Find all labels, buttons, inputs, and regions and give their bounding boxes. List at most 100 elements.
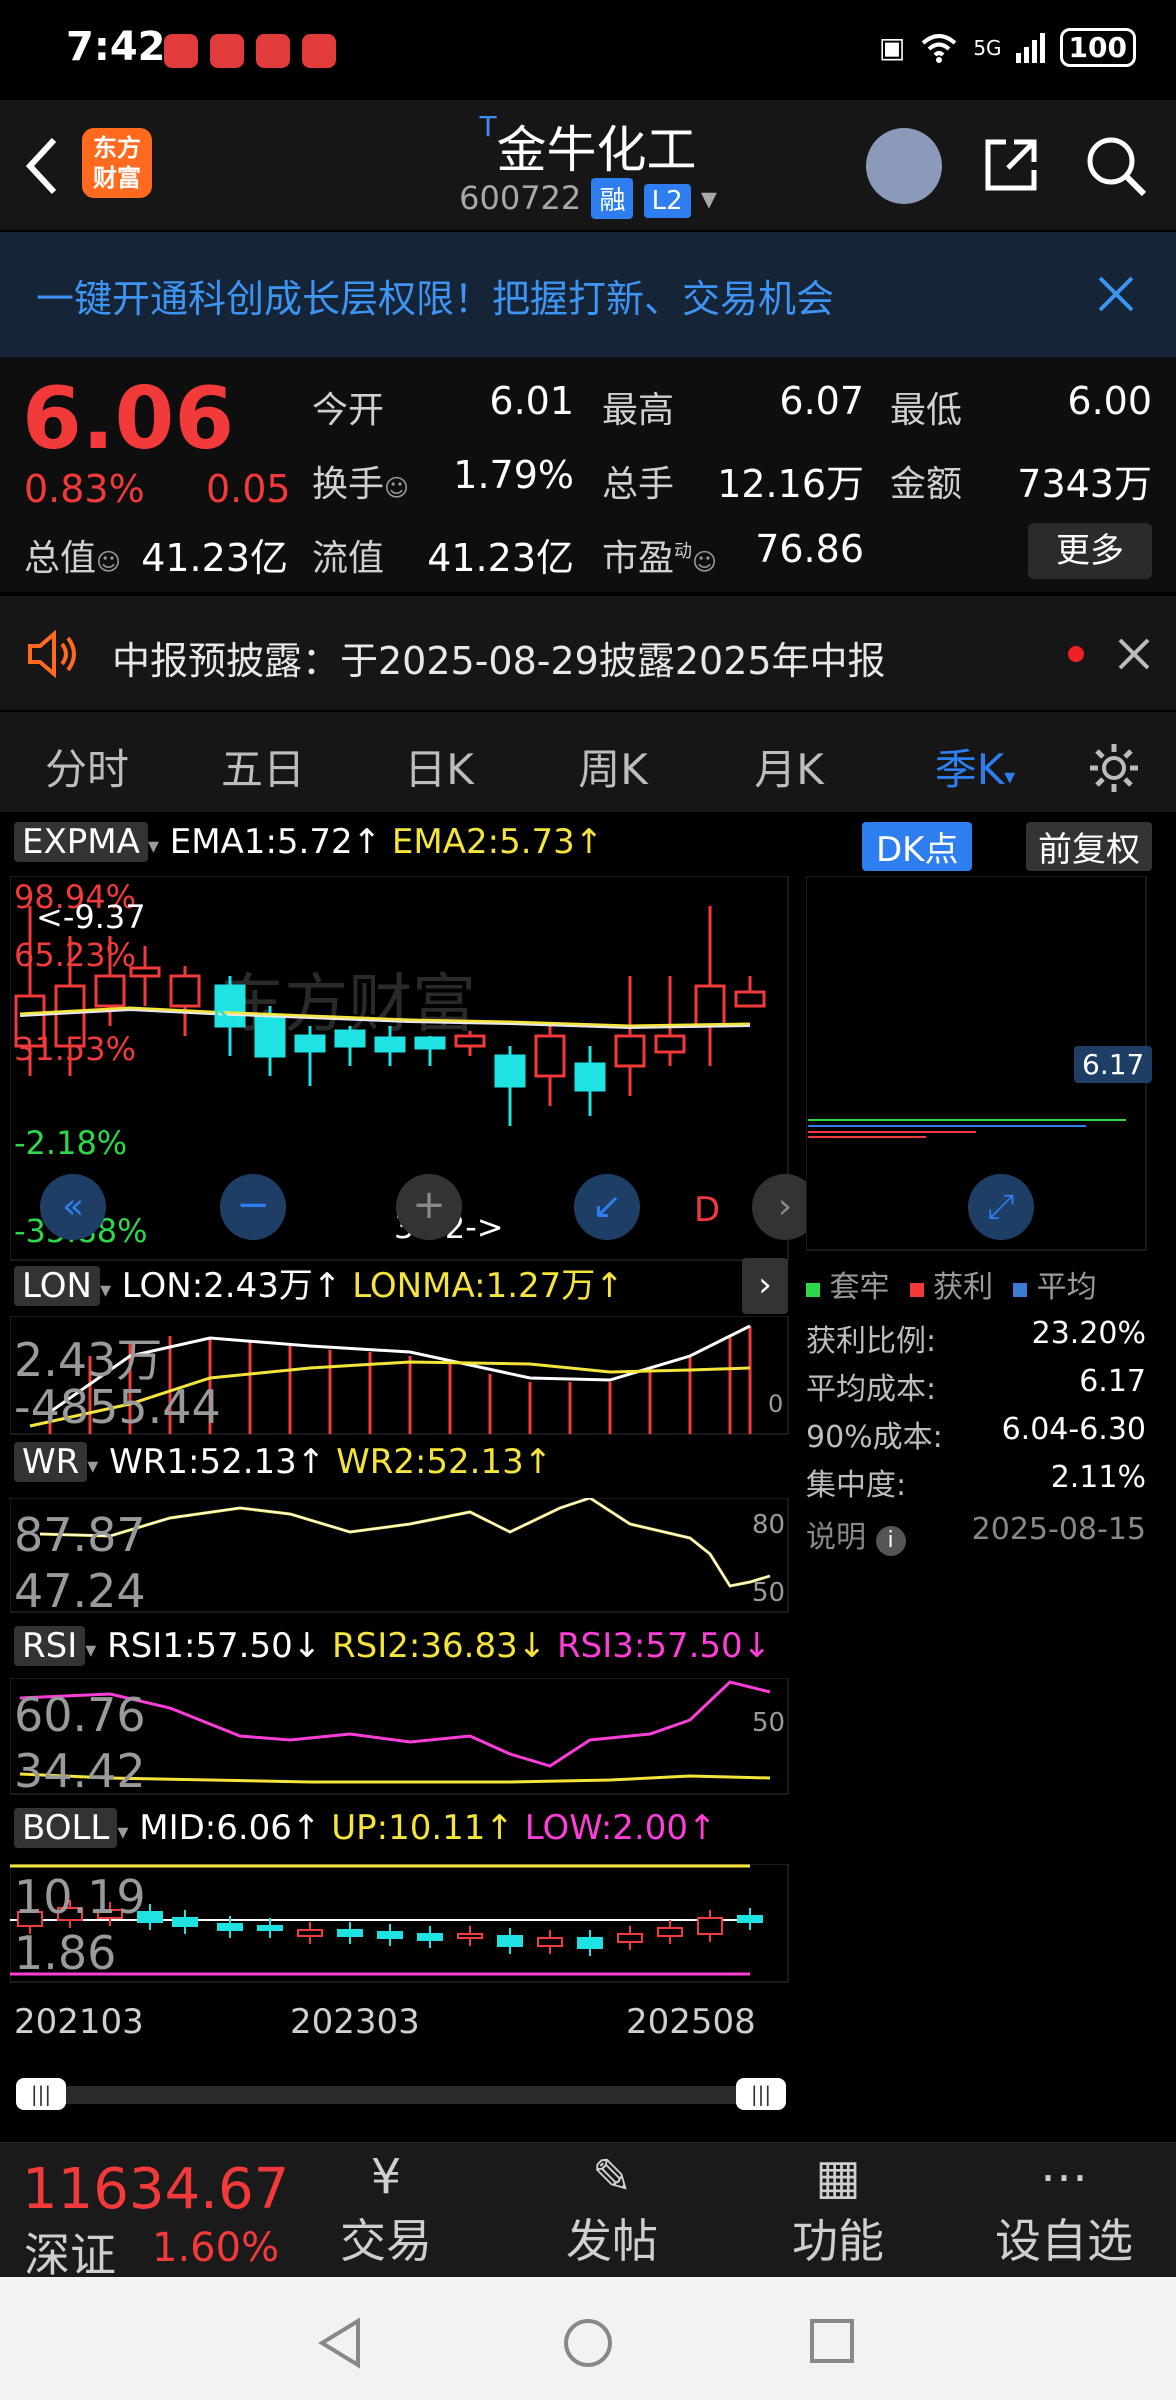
lon-selector[interactable]: LON xyxy=(14,1266,100,1306)
legend-profit: 获利 xyxy=(933,1270,994,1305)
y-label: -2.18% xyxy=(14,1124,128,1162)
boll-y-bottom: 1.86 xyxy=(14,1926,117,1980)
search-icon[interactable] xyxy=(1084,134,1148,198)
robot-avatar-icon[interactable] xyxy=(866,128,942,204)
candle-body xyxy=(694,984,726,1028)
expand-icon[interactable]: ⤢ xyxy=(968,1174,1034,1240)
nav-recents-icon[interactable] xyxy=(808,2317,856,2365)
ema2-value: EMA2:5.73 xyxy=(391,822,575,862)
trade-button[interactable]: ¥ 交易 xyxy=(276,2143,496,2278)
boll-candle-body xyxy=(697,1917,723,1935)
tab-timeshare[interactable]: 分时 xyxy=(12,736,162,797)
dk-point-button[interactable]: DK点 xyxy=(862,822,973,871)
open-value: 6.01 xyxy=(489,379,574,423)
lon-value: LON:2.43万 xyxy=(121,1266,313,1306)
nfc-icon: ▣ xyxy=(878,31,906,64)
zoom-in-icon[interactable]: + xyxy=(396,1174,462,1240)
open-label: 今开 xyxy=(312,390,385,431)
low-value: 6.00 xyxy=(1067,379,1152,423)
scrollbar-left-handle[interactable]: ||| xyxy=(16,2078,66,2110)
wr-selector[interactable]: WR xyxy=(14,1442,88,1482)
float-cap-value: 41.23亿 xyxy=(427,536,574,580)
notification-icons xyxy=(164,34,336,68)
tab-five-day[interactable]: 五日 xyxy=(188,736,338,797)
change-amount: 0.05 xyxy=(206,467,291,511)
chevron-right-icon[interactable]: › xyxy=(742,1258,788,1314)
nav-home-icon[interactable] xyxy=(562,2317,614,2369)
status-bar: 7:42 ▣ 5G 100 xyxy=(0,0,1176,100)
ema1-value: EMA1:5.72 xyxy=(169,822,353,862)
index-name[interactable]: 深证 xyxy=(24,2219,116,2285)
app-notification-icon xyxy=(256,34,290,68)
unread-dot xyxy=(1068,646,1084,662)
tab-weekly[interactable]: 周K xyxy=(538,736,688,797)
close-icon[interactable] xyxy=(1096,274,1136,314)
adjust-button[interactable]: 前复权 xyxy=(1026,822,1152,871)
zoom-out-icon[interactable]: − xyxy=(220,1174,286,1240)
time-range-scrollbar[interactable] xyxy=(16,2086,786,2104)
stock-header: 东方 财富 T金牛化工 600722 融 L2 ▾ xyxy=(0,100,1176,230)
boll-selector[interactable]: BOLL xyxy=(14,1808,118,1848)
mktcap-label: 总值☺ xyxy=(24,538,122,579)
chip-stats: 获利比例: 23.20% 平均成本: 6.17 90%成本: 6.04-6.30 集中… xyxy=(806,1316,1146,1560)
index-change[interactable]: 1.60% xyxy=(152,2225,279,2271)
wr-ref-80: 80 xyxy=(752,1510,786,1540)
x-axis-label: 202103 xyxy=(14,2002,144,2042)
promo-banner[interactable]: 一键开通科创成长层权限！把握打新、交易机会 xyxy=(0,232,1176,357)
rsi-selector[interactable]: RSI xyxy=(14,1626,86,1666)
boll-candle-body xyxy=(417,1933,443,1941)
boll-candle-body xyxy=(217,1923,243,1931)
speaker-icon xyxy=(28,630,76,678)
scroll-left-icon[interactable]: « xyxy=(40,1174,106,1240)
post-button[interactable]: ✎ 发帖 xyxy=(502,2143,722,2278)
share-icon[interactable] xyxy=(980,134,1042,196)
functions-button[interactable]: ▦ 功能 xyxy=(728,2143,948,2278)
boll-up-value: UP:10.11 xyxy=(331,1808,486,1848)
boll-candle-body xyxy=(337,1929,363,1937)
more-dots-icon: ⋯ xyxy=(1040,2149,1088,2205)
x-axis-label: 202303 xyxy=(290,2002,420,2042)
app-notification-icon xyxy=(164,34,198,68)
trade-icon: ¥ xyxy=(370,2149,402,2205)
lon-zero-label: 0 xyxy=(768,1390,784,1418)
indicator-selector[interactable]: EXPMA xyxy=(14,822,148,862)
tab-monthly[interactable]: 月K xyxy=(714,736,864,797)
chip-note-row[interactable]: 说明 i 2025-08-15 xyxy=(806,1512,1146,1560)
tab-quarterly[interactable]: 季K▾ xyxy=(900,736,1050,797)
kline-chart-area: EXPMA ▾ EMA1:5.72↑ EMA2:5.73↑ DK点 前复权 东方财… xyxy=(0,812,1176,2142)
candle-body xyxy=(374,1036,406,1053)
candle-body xyxy=(614,1034,646,1068)
close-icon[interactable] xyxy=(1116,636,1152,672)
signal-icon xyxy=(1015,32,1045,63)
wifi-icon xyxy=(921,33,957,63)
reset-icon[interactable]: ↙ xyxy=(574,1174,640,1240)
candle-body xyxy=(334,1029,366,1048)
legend-trapped: 套牢 xyxy=(829,1270,890,1305)
candle-body xyxy=(169,974,201,1008)
more-button[interactable]: 更多 xyxy=(1028,523,1152,579)
lonma-value: LONMA:1.27万 xyxy=(352,1266,596,1306)
index-value[interactable]: 11634.67 xyxy=(22,2157,289,2222)
announcement-bar[interactable]: 中报预披露：于2025-08-29披露2025年中报 xyxy=(0,596,1176,710)
boll-candle-body xyxy=(497,1935,523,1947)
pe-label: 市盈动☺ xyxy=(602,538,718,579)
rsi-ref-50: 50 xyxy=(752,1708,786,1738)
y-label: 65.23% xyxy=(14,936,137,974)
volume-value: 12.16万 xyxy=(717,462,864,506)
wr1-value: WR1:52.13 xyxy=(109,1442,297,1482)
candle-body xyxy=(574,1062,606,1092)
tab-daily[interactable]: 日K xyxy=(364,736,514,797)
boll-candle-body xyxy=(257,1925,283,1931)
nav-back-icon[interactable] xyxy=(316,2317,364,2369)
add-watchlist-button[interactable]: ⋯ 设自选 xyxy=(954,2143,1174,2278)
rsi-y-top: 60.76 xyxy=(14,1688,146,1742)
gear-icon[interactable] xyxy=(1086,740,1142,796)
wr-ref-50: 50 xyxy=(752,1578,786,1608)
boll-low-value: LOW:2.00 xyxy=(524,1808,689,1848)
amount-value: 7343万 xyxy=(1017,462,1152,506)
amount-label: 金额 xyxy=(890,464,963,505)
chip-stat-row: 平均成本: 6.17 xyxy=(806,1364,1146,1407)
scrollbar-right-handle[interactable]: ||| xyxy=(736,2078,786,2110)
system-icons: ▣ 5G 100 xyxy=(879,28,1136,67)
announcement-text: 中报预披露：于2025-08-29披露2025年中报 xyxy=(112,639,886,683)
